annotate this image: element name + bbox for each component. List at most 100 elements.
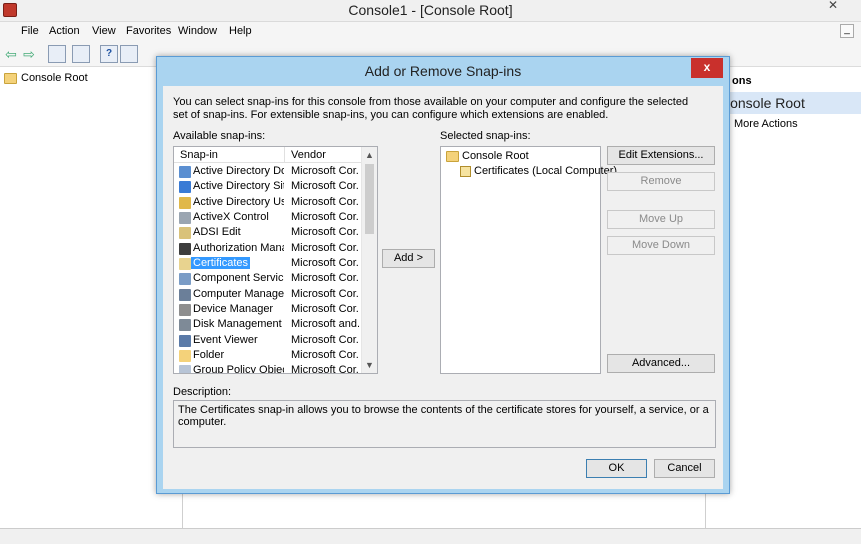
snapin-vendor: Microsoft Cor... [291,257,359,270]
folder-icon [4,72,17,84]
window-title: Console1 - [Console Root] [348,2,513,18]
move-up-button[interactable]: Move Up [607,210,715,229]
dialog-intro-text: You can select snap-ins for this console… [173,96,689,121]
snapin-name: Device Manager [193,303,274,316]
snapin-row[interactable]: Active Directory Do... Microsoft Cor... [174,164,362,179]
snapin-vendor: Microsoft Cor... [291,226,359,239]
selected-node-console-root[interactable]: Console Root [446,150,529,162]
snapin-icon [179,181,191,194]
snapin-icon [179,212,191,225]
snapin-vendor: Microsoft Cor... [291,287,359,300]
snapin-row[interactable]: Active Directory Site... Microsoft Cor... [174,179,362,194]
show-hide-tree-icon[interactable] [48,45,66,63]
snapin-icon [179,350,191,363]
menu-favorites[interactable]: Favorites [126,25,171,37]
show-hide-action-pane-icon[interactable] [120,45,138,63]
menu-view[interactable]: View [92,25,116,37]
snapin-name: Folder [193,349,225,362]
description-label: Description: [173,386,232,398]
snapin-rows: Active Directory Do...Microsoft Cor...Ac… [174,164,362,374]
snapin-icon [179,273,191,286]
menu-action[interactable]: Action [49,25,80,37]
list-header: Snap-in Vendor [174,147,362,163]
cancel-button[interactable]: Cancel [654,459,715,478]
available-snapins-list[interactable]: Snap-in Vendor Active Directory Do... Mic… [173,146,378,374]
snapin-name: Disk Management [193,318,282,331]
export-list-icon[interactable] [72,45,90,63]
description-box: The Certificates snap-in allows you to b… [173,400,716,448]
dialog-close-button[interactable]: x [691,58,723,78]
snapin-row[interactable]: Event Viewer Microsoft Cor... [174,333,362,348]
snapin-icon [179,227,191,240]
snapin-icon [179,319,191,332]
tree-node-console-root[interactable]: Console Root [4,72,88,84]
list-scrollbar[interactable]: ▲ ▼ [361,147,377,373]
ok-button[interactable]: OK [586,459,647,478]
status-bar [0,528,861,544]
snapin-name: Group Policy Object ... [193,364,284,374]
snapin-vendor: Microsoft Cor... [291,349,359,362]
snapin-name: Event Viewer [193,333,258,346]
snapin-row[interactable]: Computer Managem... Microsoft Cor... [174,287,362,302]
snapin-icon [179,196,191,209]
snapin-row[interactable]: Group Policy Object ... Microsoft Cor... [174,363,362,374]
snapin-name: Authorization Manager [193,241,284,254]
snapin-row[interactable]: Certificates Microsoft Cor... [174,256,362,271]
scroll-thumb[interactable] [365,164,374,234]
tree-node-label: Console Root [21,72,88,84]
snapin-row[interactable]: ADSI Edit Microsoft Cor... [174,225,362,240]
selected-snapins-label: Selected snap-ins: [440,130,531,142]
menu-bar: File Action View Favorites Window Help [0,22,861,41]
scroll-down-icon[interactable]: ▼ [362,357,377,373]
snapin-vendor: Microsoft and... [291,318,359,331]
add-button[interactable]: Add > [382,249,435,268]
dialog-title: Add or Remove Snap-ins [364,63,522,79]
scroll-up-icon[interactable]: ▲ [362,147,377,163]
snapin-name: Active Directory Do... [193,165,284,177]
menu-file[interactable]: File [21,25,39,37]
remove-button[interactable]: Remove [607,172,715,191]
move-down-button[interactable]: Move Down [607,236,715,255]
more-actions-label: More Actions [734,118,798,130]
snapin-row[interactable]: Folder Microsoft Cor... [174,348,362,363]
certificate-icon [460,165,471,177]
back-arrow-icon[interactable]: ⇦ [2,45,20,63]
snapin-row[interactable]: Authorization Manager Microsoft Cor... [174,241,362,256]
snapin-vendor: Microsoft Cor... [291,165,359,177]
snapin-vendor: Microsoft Cor... [291,303,359,316]
snapin-icon [179,365,191,373]
mdi-minimize-button[interactable]: _ [840,24,854,38]
snapin-vendor: Microsoft Cor... [291,364,359,374]
selected-node-certificates[interactable]: Certificates (Local Computer) [460,165,617,177]
snapin-row[interactable]: Device Manager Microsoft Cor... [174,302,362,317]
menu-window[interactable]: Window [178,25,217,37]
snapin-icon [179,258,191,271]
folder-icon [446,150,459,162]
snapin-icon [179,242,191,255]
snapin-name: Certificates [191,257,251,270]
snapin-vendor: Microsoft Cor... [291,272,359,285]
snapin-row[interactable]: Component Services Microsoft Cor... [174,271,362,286]
snapin-icon [179,334,191,347]
title-bar: Console1 - [Console Root] ✕ [0,0,861,22]
snapin-name: Computer Managem... [193,287,284,300]
more-actions-link[interactable]: More Actions [734,118,798,130]
advanced-button[interactable]: Advanced... [607,354,715,373]
snapin-row[interactable]: Active Directory Use... Microsoft Cor... [174,195,362,210]
snapin-row[interactable]: ActiveX Control Microsoft Cor... [174,210,362,225]
column-header-snapin[interactable]: Snap-in [180,149,218,161]
selected-snapins-tree[interactable]: Console Root Certificates (Local Compute… [440,146,617,374]
column-separator[interactable] [284,147,285,163]
snapin-icon [179,288,191,301]
help-icon[interactable]: ? [100,45,118,63]
column-header-vendor[interactable]: Vendor [291,149,326,161]
window-close-button[interactable]: ✕ [811,0,855,12]
dialog-body: You can select snap-ins for this console… [163,86,723,489]
snapin-name: Component Services [193,272,284,285]
edit-extensions-button[interactable]: Edit Extensions... [607,146,715,165]
selected-node-label: Certificates (Local Computer) [474,165,618,177]
snapin-row[interactable]: Disk Management Microsoft and... [174,317,362,332]
menu-help[interactable]: Help [229,25,252,37]
add-remove-snapins-dialog: Add or Remove Snap-ins x You can select … [156,56,730,494]
forward-arrow-icon[interactable]: ⇨ [20,45,38,63]
